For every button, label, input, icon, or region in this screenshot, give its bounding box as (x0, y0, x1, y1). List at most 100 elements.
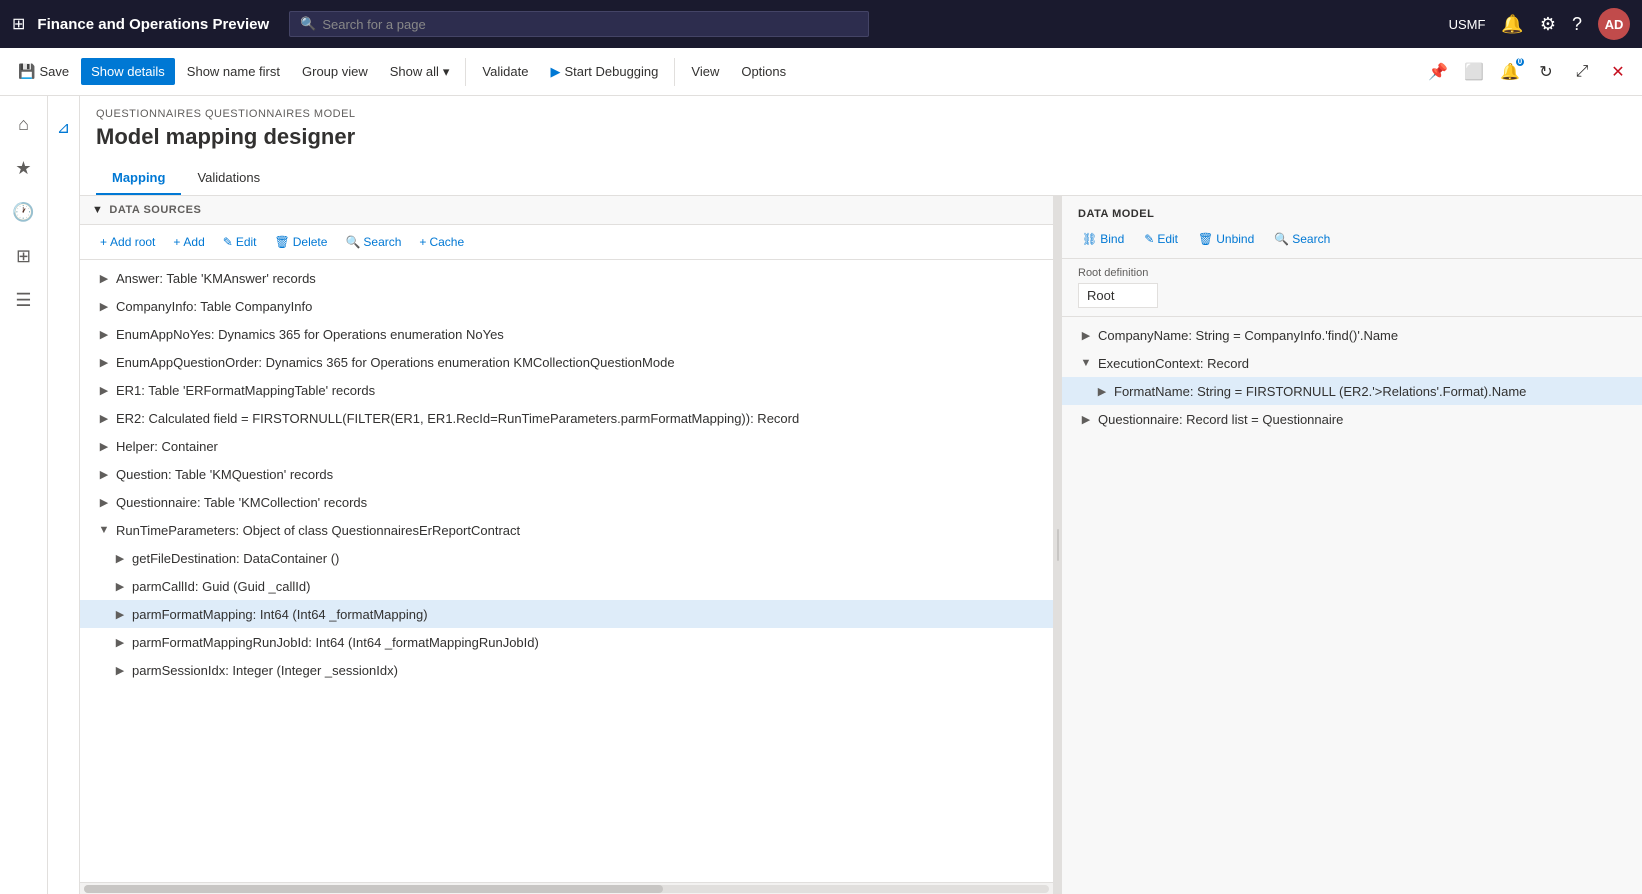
tree-toggle[interactable]: ▶ (1078, 327, 1094, 343)
expand-button[interactable]: ⬜ (1458, 56, 1490, 88)
datasources-title: DATA SOURCES (109, 204, 201, 216)
view-button[interactable]: View (681, 58, 729, 85)
unbind-icon: 🗑 (1198, 232, 1213, 246)
dm-search-button[interactable]: 🔍 Search (1266, 228, 1338, 250)
tree-toggle[interactable]: ▶ (96, 382, 112, 398)
datamodel-title: DATA MODEL (1078, 208, 1154, 220)
tree-toggle[interactable]: ▶ (112, 578, 128, 594)
horizontal-scrollbar[interactable] (80, 882, 1053, 894)
vertical-splitter[interactable] (1054, 196, 1062, 894)
tree-item[interactable]: ▶ Helper: Container (80, 432, 1053, 460)
search-icon-ds: 🔍 (345, 235, 360, 249)
edit-button[interactable]: ✎ Edit (215, 231, 265, 253)
help-icon[interactable]: ? (1572, 14, 1582, 35)
right-panel-datamodel: DATA MODEL ⛓ Bind ✎ Edit 🗑 Unbind (1062, 196, 1642, 894)
save-button[interactable]: 💾 Save (8, 57, 79, 86)
tree-toggle[interactable]: ▶ (96, 270, 112, 286)
tree-toggle[interactable]: ▶ (112, 634, 128, 650)
tree-toggle[interactable]: ▶ (112, 662, 128, 678)
filter-column: ⊿ (48, 96, 80, 894)
tree-toggle[interactable]: ▼ (96, 522, 112, 538)
tree-toggle[interactable]: ▶ (96, 438, 112, 454)
tree-item[interactable]: ▶ getFileDestination: DataContainer () (80, 544, 1053, 572)
start-debugging-button[interactable]: ▶ Start Debugging (540, 58, 668, 86)
tree-toggle[interactable]: ▶ (96, 410, 112, 426)
tree-item[interactable]: ▶ Question: Table 'KMQuestion' records (80, 460, 1053, 488)
close-button[interactable]: ✕ (1602, 56, 1634, 88)
dm-edit-button[interactable]: ✎ Edit (1136, 228, 1186, 250)
tree-item-text: Question: Table 'KMQuestion' records (116, 467, 1041, 482)
tree-item[interactable]: ▶ ER1: Table 'ERFormatMappingTable' reco… (80, 376, 1053, 404)
tree-toggle[interactable]: ▼ (1078, 355, 1094, 371)
tree-toggle[interactable]: ▶ (96, 298, 112, 314)
cache-button[interactable]: + Cache (411, 231, 472, 253)
add-root-button[interactable]: + Add root (92, 231, 163, 253)
tree-item[interactable]: ▶ Answer: Table 'KMAnswer' records (80, 264, 1053, 292)
open-new-button[interactable]: ⤢ (1566, 56, 1598, 88)
dm-tree-item[interactable]: ▶ CompanyName: String = CompanyInfo.'fin… (1062, 321, 1642, 349)
grid-icon[interactable]: ⊞ (12, 14, 25, 34)
global-search-box[interactable]: 🔍 Search for a page (289, 11, 869, 37)
show-all-button[interactable]: Show all ▾ (380, 58, 460, 86)
notification-icon[interactable]: 🔔 (1501, 14, 1523, 35)
search-button[interactable]: 🔍 Search (337, 231, 409, 253)
datasources-toggle[interactable]: ▼ (92, 204, 103, 216)
tree-toggle[interactable]: ▶ (96, 354, 112, 370)
validate-button[interactable]: Validate (472, 58, 538, 85)
show-name-first-button[interactable]: Show name first (177, 58, 290, 85)
tree-toggle[interactable]: ▶ (1094, 383, 1110, 399)
dm-tree-item[interactable]: ▼ ExecutionContext: Record (1062, 349, 1642, 377)
user-avatar[interactable]: AD (1598, 8, 1630, 40)
dm-tree-item-text: CompanyName: String = CompanyInfo.'find(… (1098, 328, 1630, 343)
dm-tree-item[interactable]: ▶ Questionnaire: Record list = Questionn… (1062, 405, 1642, 433)
add-icon: + (173, 235, 180, 249)
tree-item-selected[interactable]: ▶ parmFormatMapping: Int64 (Int64 _forma… (80, 600, 1053, 628)
sidebar-favorites-icon[interactable]: ★ (4, 148, 44, 188)
tree-item-text: EnumAppQuestionOrder: Dynamics 365 for O… (116, 355, 1041, 370)
tree-item[interactable]: ▶ parmSessionIdx: Integer (Integer _sess… (80, 656, 1053, 684)
tree-item[interactable]: ▶ CompanyInfo: Table CompanyInfo (80, 292, 1053, 320)
tab-mapping[interactable]: Mapping (96, 162, 181, 195)
sidebar-home-icon[interactable]: ⌂ (4, 104, 44, 144)
search-placeholder: Search for a page (322, 17, 425, 32)
group-view-button[interactable]: Group view (292, 58, 378, 85)
notification-badge-btn[interactable]: 🔔 0 (1494, 56, 1526, 88)
dm-tree-item-selected[interactable]: ▶ FormatName: String = FIRSTORNULL (ER2.… (1062, 377, 1642, 405)
tree-item[interactable]: ▶ parmCallId: Guid (Guid _callId) (80, 572, 1053, 600)
tree-toggle[interactable]: ▶ (1078, 411, 1094, 427)
left-panel-datasources: ▼ DATA SOURCES + Add root + Add ✎ Edit (80, 196, 1054, 894)
show-details-button[interactable]: Show details (81, 58, 175, 85)
debug-icon: ▶ (550, 64, 560, 80)
pin-button[interactable]: 📌 (1422, 56, 1454, 88)
tree-item[interactable]: ▶ Questionnaire: Table 'KMCollection' re… (80, 488, 1053, 516)
tree-toggle[interactable]: ▶ (112, 550, 128, 566)
tree-item[interactable]: ▶ EnumAppNoYes: Dynamics 365 for Operati… (80, 320, 1053, 348)
settings-icon[interactable]: ⚙ (1540, 14, 1556, 35)
tree-item[interactable]: ▼ RunTimeParameters: Object of class Que… (80, 516, 1053, 544)
breadcrumb: QUESTIONNAIRES QUESTIONNAIRES MODEL (96, 108, 1626, 120)
sidebar-recent-icon[interactable]: 🕐 (4, 192, 44, 232)
add-button[interactable]: + Add (165, 231, 212, 253)
filter-icon[interactable]: ⊿ (48, 108, 79, 148)
tree-item-text: EnumAppNoYes: Dynamics 365 for Operation… (116, 327, 1041, 342)
sidebar-workspaces-icon[interactable]: ⊞ (4, 236, 44, 276)
tree-toggle[interactable]: ▶ (96, 494, 112, 510)
tree-item[interactable]: ▶ parmFormatMappingRunJobId: Int64 (Int6… (80, 628, 1053, 656)
delete-button[interactable]: 🗑 Delete (267, 231, 336, 253)
tree-item[interactable]: ▶ EnumAppQuestionOrder: Dynamics 365 for… (80, 348, 1053, 376)
tab-validations[interactable]: Validations (181, 162, 276, 195)
tree-item[interactable]: ▶ ER2: Calculated field = FIRSTORNULL(FI… (80, 404, 1053, 432)
sidebar-list-icon[interactable]: ☰ (4, 280, 44, 320)
refresh-button[interactable]: ↻ (1530, 56, 1562, 88)
tree-toggle[interactable]: ▶ (96, 466, 112, 482)
tree-toggle[interactable]: ▶ (96, 326, 112, 342)
page-header: QUESTIONNAIRES QUESTIONNAIRES MODEL Mode… (80, 96, 1642, 196)
company-selector[interactable]: USMF (1449, 17, 1486, 32)
options-button[interactable]: Options (731, 58, 796, 85)
root-label: Root definition (1078, 267, 1626, 279)
tree-toggle[interactable]: ▶ (112, 606, 128, 622)
scrollbar-track (84, 885, 1049, 893)
bind-button[interactable]: ⛓ Bind (1074, 228, 1132, 250)
sidebar-icons: ⌂ ★ 🕐 ⊞ ☰ (0, 96, 48, 894)
unbind-button[interactable]: 🗑 Unbind (1190, 228, 1262, 250)
